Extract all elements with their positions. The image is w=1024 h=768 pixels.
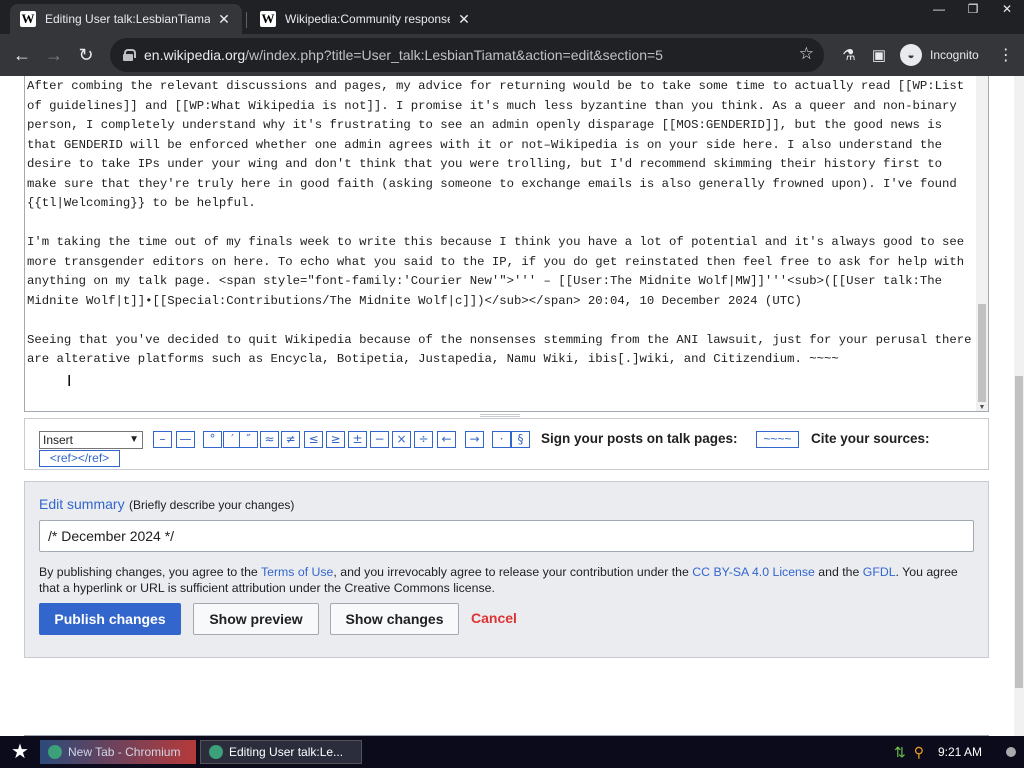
license-text-2: , and you irrevocably agree to release y… xyxy=(333,565,693,579)
forward-arrow-icon[interactable]: → xyxy=(38,39,70,71)
editor-paragraph-1: After combing the relevant discussions a… xyxy=(27,79,972,210)
license-text-3: and the xyxy=(814,565,863,579)
browser-tab-bar: W Editing User talk:LesbianTiamat (sec ✕… xyxy=(0,0,1024,34)
publish-changes-button[interactable]: Publish changes xyxy=(39,603,181,635)
notification-icon[interactable] xyxy=(1006,747,1016,757)
symbol-degree[interactable]: ° xyxy=(203,431,222,448)
symbol-plus-minus[interactable]: ± xyxy=(348,431,367,448)
taskbar-item-editing[interactable]: Editing User talk:Le... xyxy=(200,740,362,764)
bookmark-star-icon[interactable]: ☆ xyxy=(799,44,814,64)
editor-text[interactable]: After combing the relevant discussions a… xyxy=(27,77,975,370)
url-host: en.wikipedia.org xyxy=(144,47,246,63)
taskbar-item-new-tab[interactable]: New Tab - Chromium xyxy=(40,740,196,764)
symbol-greater-equal[interactable]: ≥ xyxy=(326,431,345,448)
incognito-icon: ◒ xyxy=(900,44,922,66)
toolbar-right: ⚗ ▣ ◒ Incognito ⋮ xyxy=(834,34,1021,76)
edit-summary-label: Edit summary xyxy=(39,496,125,512)
back-arrow-icon[interactable]: ← xyxy=(6,39,38,71)
symbol-right-arrow[interactable]: → xyxy=(465,431,484,448)
window-controls: — ❐ ✕ xyxy=(922,0,1024,20)
extension-flask-icon[interactable]: ⚗ xyxy=(834,46,864,64)
url-path: /w/index.php?title=User_talk:LesbianTiam… xyxy=(245,47,663,63)
incognito-profile[interactable]: ◒ Incognito xyxy=(900,44,979,66)
ref-tag-button[interactable]: <ref></ref> xyxy=(39,450,120,467)
network-icon[interactable]: ⇅ xyxy=(894,744,906,761)
reload-icon[interactable]: ↻ xyxy=(70,39,102,71)
browser-toolbar: ← → ↻ en.wikipedia.org/w/index.php?title… xyxy=(0,34,1024,76)
lock-icon[interactable] xyxy=(122,49,136,61)
wiki-edit-page: After combing the relevant discussions a… xyxy=(0,76,1024,736)
url-text: en.wikipedia.org/w/index.php?title=User_… xyxy=(144,47,663,63)
scroll-down-arrow-icon[interactable]: ▼ xyxy=(977,404,987,411)
clock[interactable]: 9:21 AM xyxy=(938,745,982,759)
license-notice: By publishing changes, you agree to the … xyxy=(39,564,974,596)
signature-button[interactable]: ~~~~ xyxy=(756,431,799,448)
chromium-icon xyxy=(48,745,62,759)
symbol-left-arrow[interactable]: ← xyxy=(437,431,456,448)
start-star-icon[interactable]: ★ xyxy=(0,736,40,768)
page-scrollbar-thumb[interactable] xyxy=(1015,376,1023,688)
chevron-down-icon: ▼ xyxy=(129,434,139,445)
minimize-icon[interactable]: — xyxy=(922,0,956,20)
gfdl-link[interactable]: GFDL xyxy=(863,565,896,579)
page-scrollbar[interactable] xyxy=(1014,76,1024,736)
cancel-link[interactable]: Cancel xyxy=(471,603,521,635)
cite-sources-label: Cite your sources: xyxy=(811,431,930,446)
editor-scrollbar-thumb[interactable] xyxy=(978,304,986,402)
editor-paragraph-3: Seeing that you've decided to quit Wikip… xyxy=(27,332,972,367)
tab-title: Editing User talk:LesbianTiamat (sec xyxy=(45,12,210,26)
wikitext-editor[interactable]: After combing the relevant discussions a… xyxy=(24,76,989,412)
tab-close-icon[interactable]: ✕ xyxy=(216,11,232,28)
symbol-divide[interactable]: ÷ xyxy=(414,431,433,448)
side-panel-icon[interactable]: ▣ xyxy=(864,46,894,64)
editor-resize-grip[interactable] xyxy=(480,414,520,417)
tab-separator xyxy=(246,12,247,28)
symbol-minus[interactable]: − xyxy=(370,431,389,448)
terms-of-use-link[interactable]: Terms of Use xyxy=(261,565,333,579)
taskbar-item-label: Editing User talk:Le... xyxy=(229,745,344,759)
tab-community-response[interactable]: W Wikipedia:Community response to A ✕ xyxy=(250,4,482,34)
editor-paragraph-2: I'm taking the time out of my finals wee… xyxy=(27,235,972,308)
cc-by-sa-link[interactable]: CC BY-SA 4.0 License xyxy=(692,565,815,579)
symbol-double-prime[interactable]: ″ xyxy=(239,431,258,448)
wikipedia-favicon-icon: W xyxy=(260,11,276,27)
symbol-times[interactable]: × xyxy=(392,431,411,448)
chromium-icon xyxy=(209,745,223,759)
os-taskbar: ★ New Tab - Chromium Editing User talk:L… xyxy=(0,736,1024,768)
edit-summary-input[interactable]: /* December 2024 */ xyxy=(39,520,974,552)
symbol-less-equal[interactable]: ≤ xyxy=(304,431,323,448)
wikipedia-favicon-icon: W xyxy=(20,11,36,27)
symbol-approx[interactable]: ≈ xyxy=(260,431,279,448)
edit-options: Edit summary (Briefly describe your chan… xyxy=(24,481,989,658)
symbol-section[interactable]: § xyxy=(511,431,530,448)
edit-summary-hint: (Briefly describe your changes) xyxy=(129,498,295,512)
symbol-em-dash[interactable]: — xyxy=(176,431,195,448)
restore-icon[interactable]: ❐ xyxy=(956,0,990,20)
show-preview-button[interactable]: Show preview xyxy=(193,603,319,635)
show-changes-button[interactable]: Show changes xyxy=(330,603,459,635)
license-text-1: By publishing changes, you agree to the xyxy=(39,565,261,579)
incognito-label: Incognito xyxy=(930,48,979,62)
special-characters-toolbar: Insert ▼ – — ° ′ ″ ≈ ≠ ≤ ≥ ± − × ÷ ← → ·… xyxy=(24,418,989,470)
insert-select[interactable]: Insert ▼ xyxy=(39,431,143,449)
more-menu-icon[interactable]: ⋮ xyxy=(991,45,1021,65)
search-icon[interactable]: ⚲ xyxy=(914,744,924,761)
symbol-middle-dot[interactable]: · xyxy=(492,431,511,448)
system-tray: ⇅ ⚲ 9:21 AM xyxy=(894,736,1024,768)
text-cursor-icon: I xyxy=(67,372,72,390)
window-close-icon[interactable]: ✕ xyxy=(990,0,1024,20)
tab-close-icon[interactable]: ✕ xyxy=(456,11,472,28)
sign-posts-label: Sign your posts on talk pages: xyxy=(541,431,738,446)
address-bar[interactable]: en.wikipedia.org/w/index.php?title=User_… xyxy=(110,38,824,72)
tab-editing-user-talk[interactable]: W Editing User talk:LesbianTiamat (sec ✕ xyxy=(10,4,242,34)
insert-select-value: Insert xyxy=(43,433,74,447)
symbol-not-equal[interactable]: ≠ xyxy=(281,431,300,448)
taskbar-item-label: New Tab - Chromium xyxy=(68,745,181,759)
tab-title: Wikipedia:Community response to A xyxy=(285,12,450,26)
symbol-en-dash[interactable]: – xyxy=(153,431,172,448)
editor-scrollbar[interactable]: ▼ xyxy=(976,76,988,411)
